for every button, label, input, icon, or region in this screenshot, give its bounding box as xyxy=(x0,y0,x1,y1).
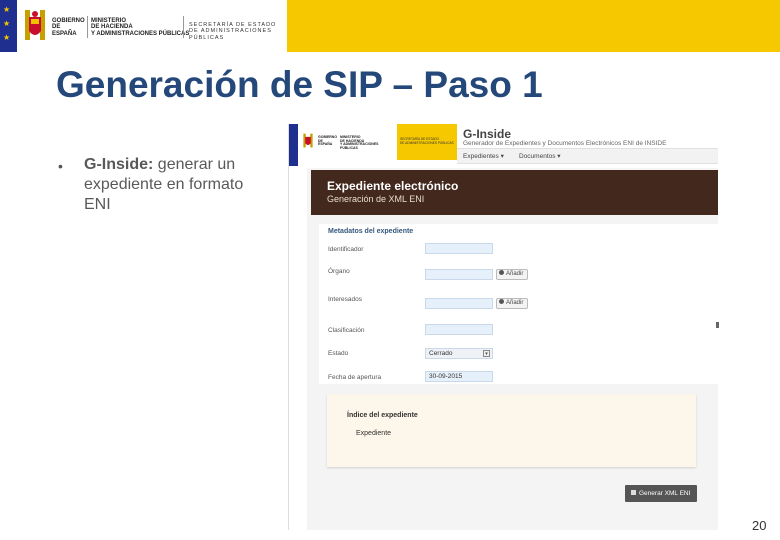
secretaria-line: DE ADMINISTRACIONES PÚBLICAS xyxy=(400,140,454,145)
clasificacion-input[interactable] xyxy=(425,324,493,335)
gobierno-label: GOBIERNO DE ESPAÑA xyxy=(52,18,85,37)
app-title: G-Inside xyxy=(463,127,512,141)
eu-flag-strip: ★ ★ ★ xyxy=(0,0,17,52)
g-inside-screenshot: GOBIERNO DE ESPAÑA MINISTERIO DE HACIEND… xyxy=(288,124,718,530)
divider xyxy=(183,16,184,38)
fecha-apertura-input[interactable]: 30-09-2015 xyxy=(425,371,493,382)
gobierno-label: GOBIERNO DE ESPAÑA xyxy=(318,135,338,147)
indice-panel: Índice del expediente Expediente xyxy=(327,394,696,467)
identificador-input[interactable] xyxy=(425,243,493,254)
nav-documentos[interactable]: Documentos ▾ xyxy=(519,152,561,160)
star-icon: ★ xyxy=(3,33,11,42)
field-label-identificador: Identificador xyxy=(328,246,364,253)
app-subtitle: Generador de Expedientes y Documentos El… xyxy=(463,140,667,147)
star-icon: ★ xyxy=(3,5,11,14)
ministerio-line: Y ADMINISTRACIONES PÚBLICAS xyxy=(91,30,190,37)
page-number: 20 xyxy=(752,518,767,533)
bullet-text: G-Inside: generar un expediente en forma… xyxy=(84,155,274,215)
expediente-subtitle: Generación de XML ENI xyxy=(327,194,425,204)
plus-icon xyxy=(499,270,504,275)
add-button-label: Añadir xyxy=(506,271,524,277)
estado-select[interactable]: Cerrado ▾ xyxy=(425,348,493,359)
add-interesado-button[interactable]: Añadir xyxy=(496,298,528,309)
coat-of-arms-icon xyxy=(303,133,313,148)
divider xyxy=(87,16,88,38)
secretaria-label: SECRETARÍA DE ESTADO DE ADMINISTRACIONES… xyxy=(400,137,454,145)
ministerio-line: Y ADMINISTRACIONES PÚBLICAS xyxy=(340,142,379,151)
generate-button-label: Generar XML ENI xyxy=(639,490,691,497)
field-label-clasificacion: Clasificación xyxy=(328,327,365,334)
interesados-input[interactable] xyxy=(425,298,493,309)
organo-input[interactable] xyxy=(425,269,493,280)
field-label-estado: Estado xyxy=(328,350,349,357)
ministerio-label: MINISTERIO DE HACIENDA Y ADMINISTRACIONE… xyxy=(91,18,189,37)
eu-flag-strip xyxy=(289,124,298,166)
expediente-header: Expediente electrónico Generación de XML… xyxy=(311,170,718,215)
metadata-title: Metadatos del expediente xyxy=(328,228,414,235)
plus-icon xyxy=(499,299,504,304)
scroll-marker xyxy=(716,322,719,328)
expediente-title: Expediente electrónico xyxy=(327,179,459,193)
header-yellow-band: SECRETARÍA DE ESTADO DE ADMINISTRACIONES… xyxy=(397,124,457,160)
slide-title: Generación de SIP – Paso 1 xyxy=(56,64,543,105)
indice-title: Índice del expediente xyxy=(347,412,418,419)
government-logo: GOBIERNO DE ESPAÑA MINISTERIO DE HACIEND… xyxy=(17,0,287,52)
app-header: GOBIERNO DE ESPAÑA MINISTERIO DE HACIEND… xyxy=(289,124,718,166)
estado-value: Cerrado xyxy=(429,350,453,357)
add-button-label: Añadir xyxy=(506,300,524,306)
slide: ★ ★ ★ GOBIERNO DE ESPAÑA MINISTERIO DE H… xyxy=(0,0,780,540)
indice-item[interactable]: Expediente xyxy=(356,430,391,437)
field-label-fecha: Fecha de apertura xyxy=(328,374,382,381)
coat-of-arms-icon xyxy=(25,10,45,40)
star-icon: ★ xyxy=(3,19,11,28)
ministerio-label: MINISTERIO DE HACIENDA Y ADMINISTRACIONE… xyxy=(340,135,397,151)
field-label-organo: Órgano xyxy=(328,268,350,275)
top-banner: ★ ★ ★ GOBIERNO DE ESPAÑA MINISTERIO DE H… xyxy=(0,0,780,52)
metadata-form: Metadatos del expediente Identificador Ó… xyxy=(319,224,718,384)
bullet-icon: • xyxy=(58,158,63,174)
bullet-bold: G-Inside: xyxy=(84,156,154,173)
chevron-down-icon[interactable]: ▾ xyxy=(483,350,490,357)
secretaria-line: DE ADMINISTRACIONES PÚBLICAS xyxy=(189,28,272,41)
government-logo: GOBIERNO DE ESPAÑA MINISTERIO DE HACIEND… xyxy=(298,124,397,160)
nav-expedientes[interactable]: Expedientes ▾ xyxy=(463,152,504,160)
field-label-interesados: Interesados xyxy=(328,296,362,303)
gear-icon xyxy=(631,490,636,495)
secretaria-label: SECRETARÍA DE ESTADO DE ADMINISTRACIONES… xyxy=(189,22,287,41)
generate-xml-button[interactable]: Generar XML ENI xyxy=(625,485,697,502)
add-organo-button[interactable]: Añadir xyxy=(496,269,528,280)
app-nav: Expedientes ▾ Documentos ▾ xyxy=(457,148,718,164)
